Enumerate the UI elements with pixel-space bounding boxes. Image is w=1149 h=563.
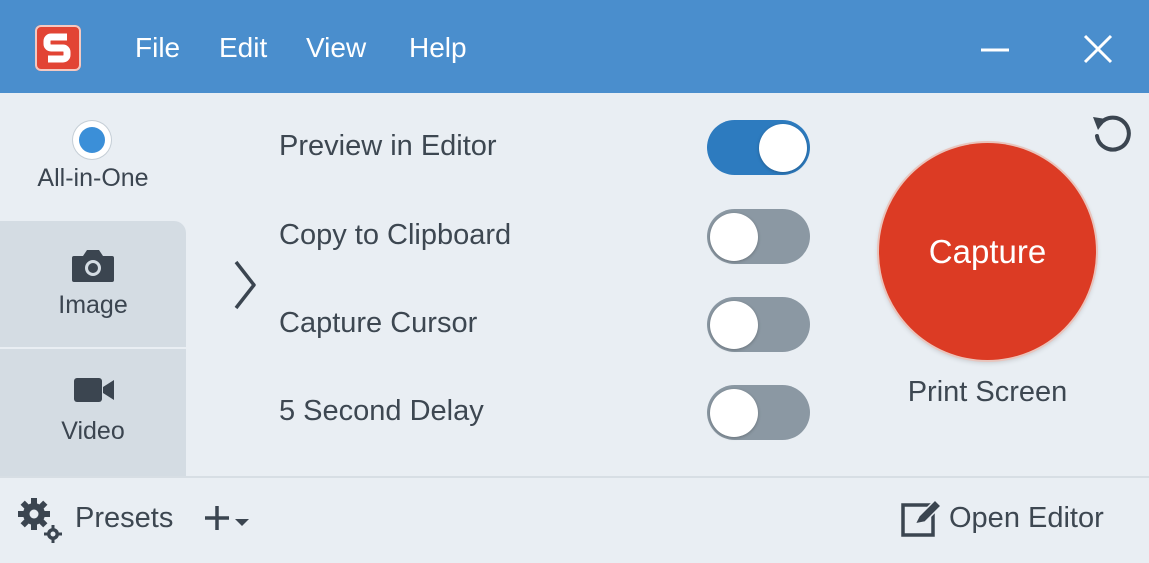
radio-icon[interactable] [73,121,111,159]
toggle-capture-cursor[interactable] [707,297,810,352]
toggle-knob [710,213,758,261]
menu-help[interactable]: Help [409,28,467,68]
open-editor-button[interactable]: Open Editor [949,498,1104,538]
toggle-copy-to-clipboard[interactable] [707,209,810,264]
close-button[interactable] [1073,24,1123,74]
capture-button[interactable]: Capture [879,143,1096,360]
menu-edit[interactable]: Edit [219,28,267,68]
plus-dropdown-icon[interactable] [203,500,251,536]
video-camera-icon [74,378,114,402]
option-capture-cursor-label: Capture Cursor [279,307,478,339]
tab-image-label: Image [58,291,128,319]
title-bar: File Edit View Help [0,0,1149,93]
close-icon [1083,34,1113,64]
toggle-knob [710,301,758,349]
edit-icon[interactable] [899,496,943,540]
tab-video[interactable]: Video [0,349,186,476]
minimize-button[interactable] [970,24,1020,74]
toggle-preview-in-editor[interactable] [707,120,810,175]
presets-label[interactable]: Presets [75,498,173,538]
chevron-right-icon[interactable] [230,258,260,312]
camera-icon [72,250,114,282]
tab-image[interactable]: Image [0,221,186,347]
toggle-knob [710,389,758,437]
tab-all-in-one-label: All-in-One [37,164,149,192]
toggle-knob [759,124,807,172]
snagit-logo-icon [35,25,81,71]
option-preview-in-editor-label: Preview in Editor [279,130,497,162]
option-copy-to-clipboard-label: Copy to Clipboard [279,219,512,251]
menu-view[interactable]: View [306,28,366,68]
minimize-icon [981,48,1009,52]
capture-hotkey: Print Screen [907,376,1068,408]
reset-icon[interactable] [1087,107,1137,157]
bottom-bar: Presets Open Editor [0,476,1149,563]
gear-icon[interactable] [16,496,64,544]
radio-selected-dot [79,127,105,153]
menu-file[interactable]: File [135,28,180,68]
option-5-second-delay-label: 5 Second Delay [279,395,484,427]
tab-video-label: Video [61,417,125,445]
toggle-5-second-delay[interactable] [707,385,810,440]
